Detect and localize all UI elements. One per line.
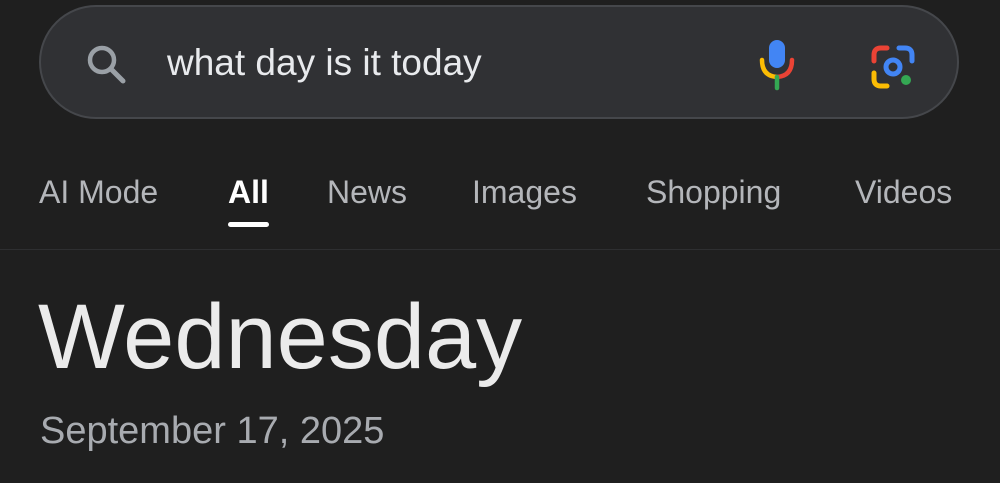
google-lens-button[interactable] [865, 39, 921, 95]
answer-day-of-week: Wednesday [38, 286, 523, 388]
tab-all[interactable]: All [228, 172, 269, 227]
search-tabs: AI Mode All News Images Shopping Videos [0, 150, 1000, 250]
tab-images[interactable]: Images [472, 172, 577, 212]
search-bar[interactable]: what day is it today [39, 5, 959, 119]
search-icon[interactable] [85, 43, 129, 87]
microphone-icon [759, 40, 795, 91]
google-lens-icon [871, 45, 915, 89]
search-results-page: what day is it today AI Mode All News Im… [0, 0, 1000, 483]
tab-videos[interactable]: Videos [855, 172, 952, 212]
tab-shopping[interactable]: Shopping [646, 172, 781, 212]
voice-search-button[interactable] [753, 37, 801, 93]
tab-news[interactable]: News [327, 172, 407, 212]
tab-ai-mode[interactable]: AI Mode [39, 172, 158, 212]
answer-date: September 17, 2025 [40, 410, 385, 452]
search-input[interactable]: what day is it today [167, 41, 482, 85]
